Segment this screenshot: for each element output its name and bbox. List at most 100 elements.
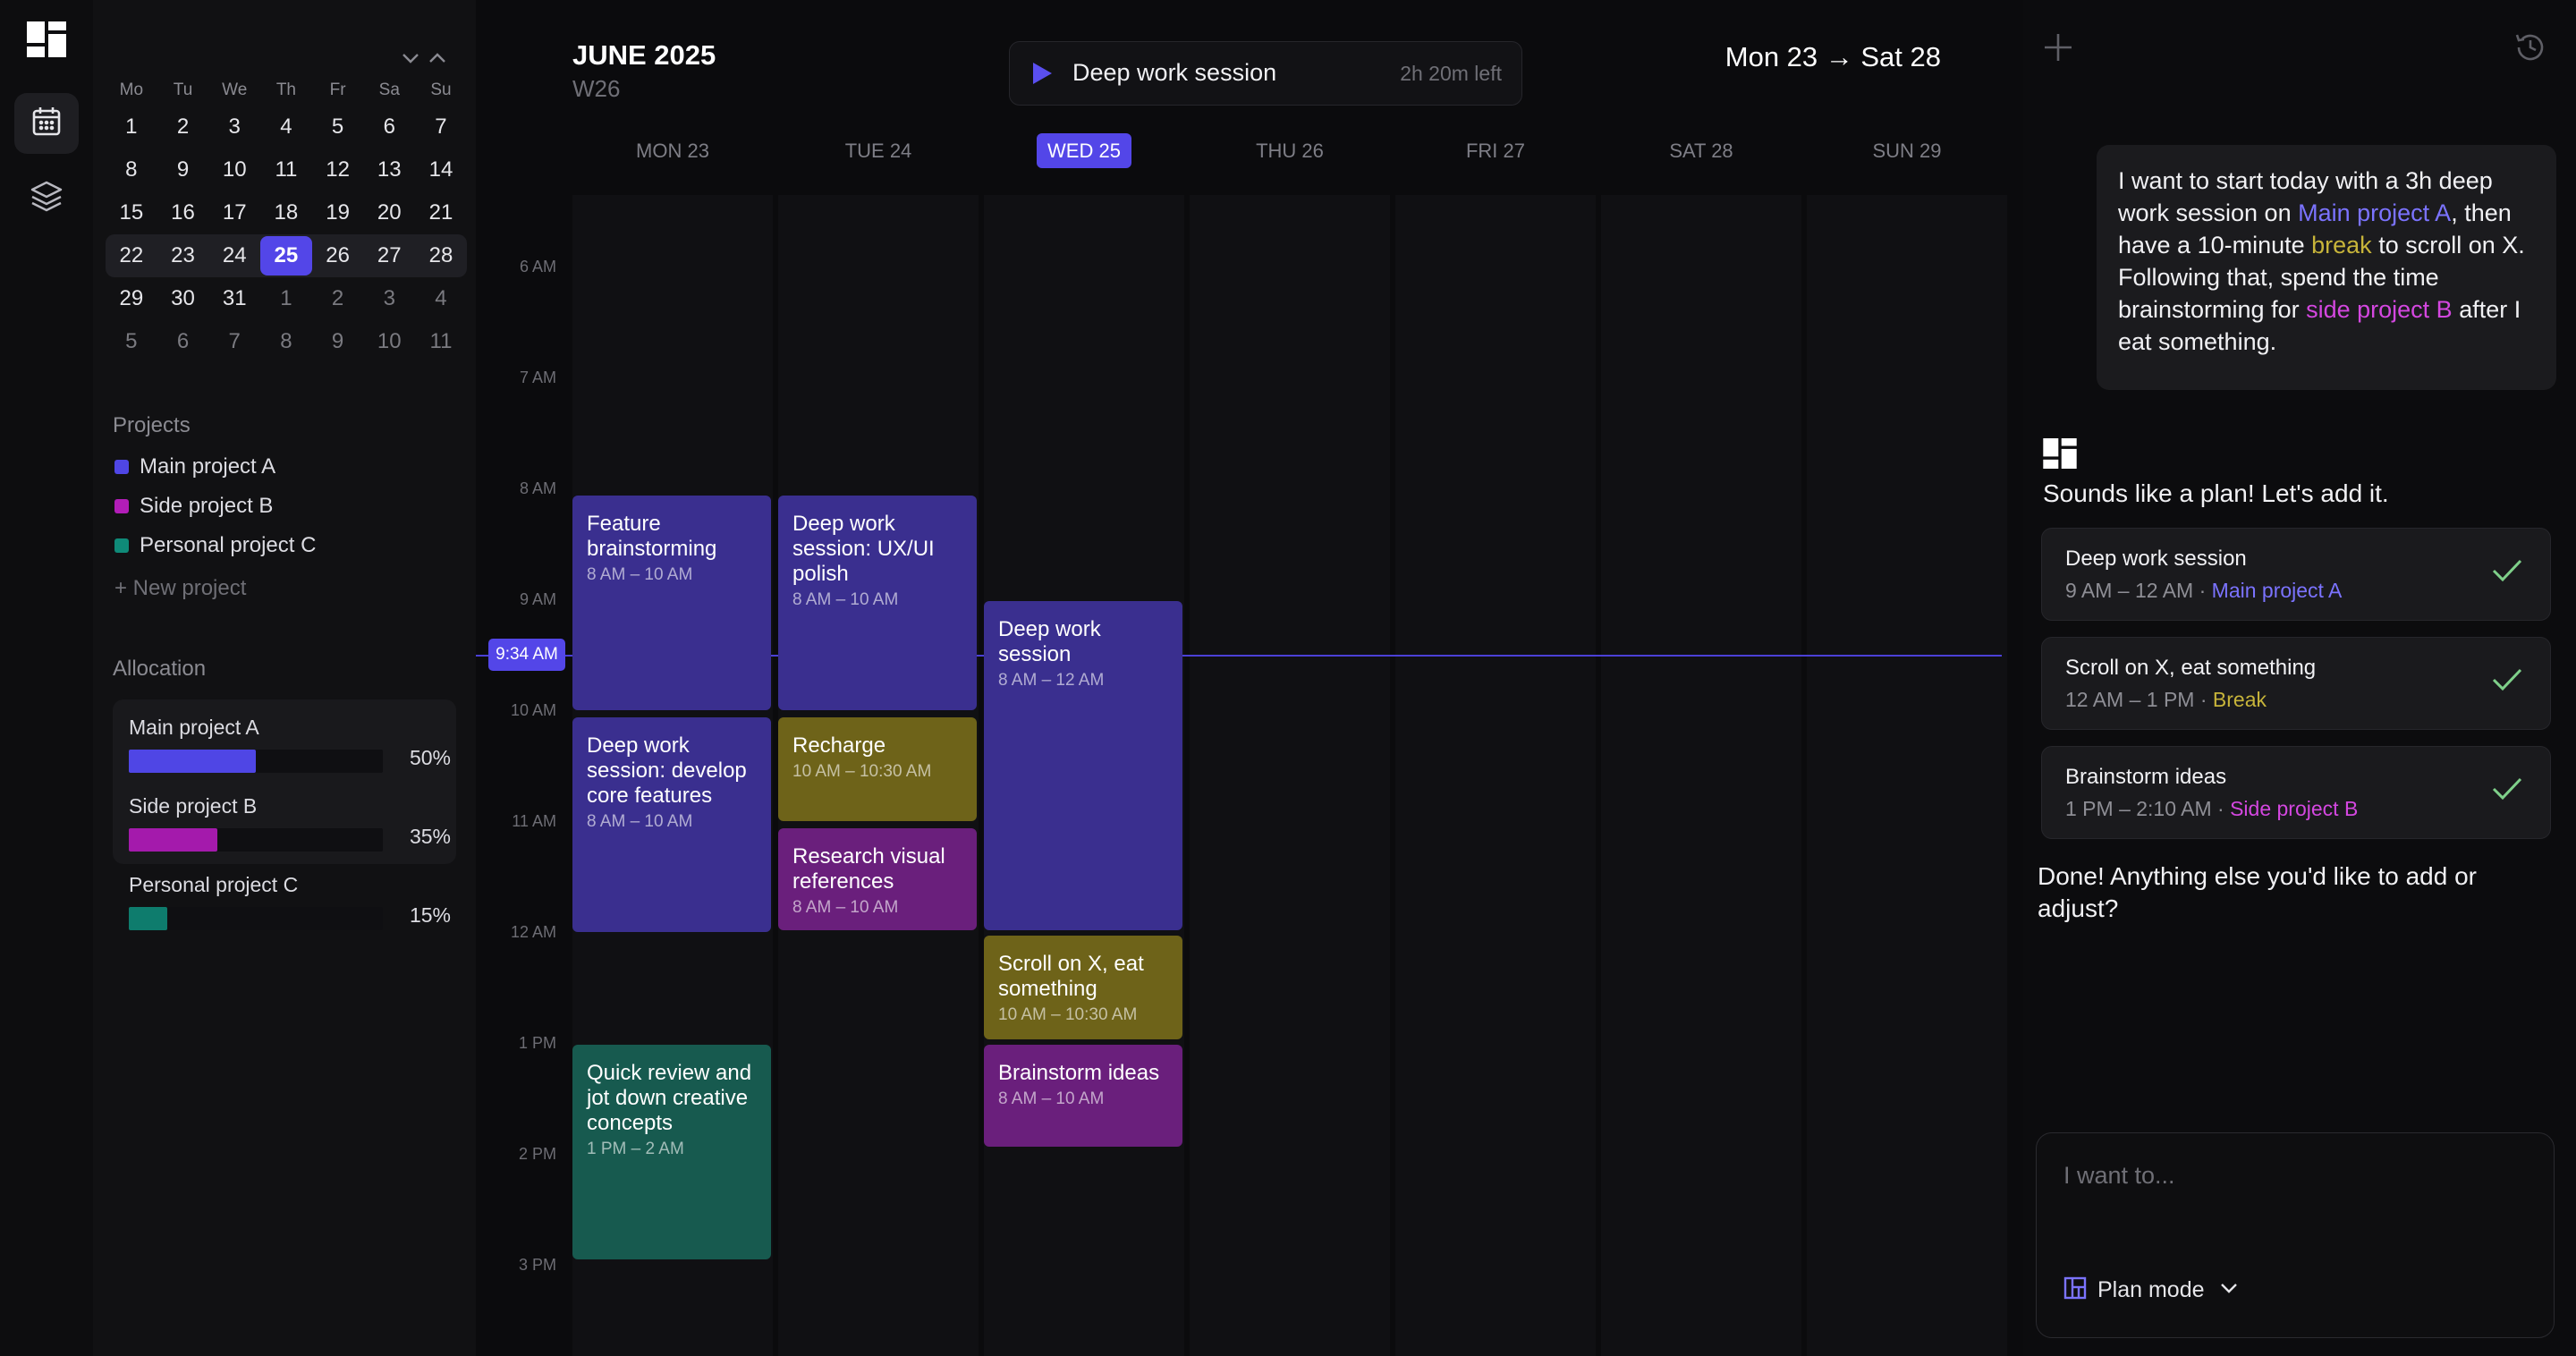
mini-calendar-day[interactable]: 3: [208, 107, 260, 147]
mini-calendar-week: 29 30 31 1 2 3 4: [106, 277, 467, 320]
mini-calendar-day[interactable]: 3: [363, 279, 415, 318]
calendar-event[interactable]: Deep work session 8 AM – 12 AM: [984, 601, 1182, 930]
mini-calendar-day[interactable]: 9: [312, 322, 364, 361]
allocation-percent: 15%: [409, 903, 451, 927]
chat-input-placeholder[interactable]: I want to...: [2063, 1162, 2175, 1190]
allocation-bar-fill: [129, 828, 218, 852]
mini-calendar-day[interactable]: 23: [157, 236, 209, 275]
mini-calendar-day[interactable]: 6: [157, 322, 209, 361]
app-rail: [0, 0, 93, 1356]
add-icon[interactable]: [2043, 32, 2073, 67]
day-header[interactable]: WED 25: [984, 133, 1184, 168]
calendar-event[interactable]: Deep work session: develop core features…: [572, 717, 771, 932]
project-item-main-a[interactable]: Main project A: [114, 454, 275, 479]
weekday-label: Su: [430, 81, 452, 99]
day-header[interactable]: TUE 24: [778, 140, 979, 163]
mini-calendar-day[interactable]: 28: [415, 236, 467, 275]
project-item-side-b[interactable]: Side project B: [114, 494, 273, 519]
day-header[interactable]: SAT 28: [1601, 140, 1801, 163]
mini-calendar-day[interactable]: 10: [363, 322, 415, 361]
mini-calendar-day[interactable]: 14: [415, 150, 467, 190]
day-header[interactable]: MON 23: [572, 140, 773, 163]
day-header[interactable]: THU 26: [1190, 140, 1390, 163]
calendar-event[interactable]: Recharge 10 AM – 10:30 AM: [778, 717, 977, 821]
mini-calendar-day[interactable]: 4: [415, 279, 467, 318]
check-icon[interactable]: [2491, 557, 2523, 589]
weekday-label: We: [222, 81, 248, 99]
mini-calendar-day[interactable]: 22: [106, 236, 157, 275]
prev-month-chevron-icon[interactable]: [401, 52, 420, 69]
mini-calendar-days: 1 2 3 4 5 6 7 8 9 10 11 12 13 14 15 16 17 18 19 20 21 22 23 24 2…: [106, 106, 467, 363]
mini-calendar-day[interactable]: 29: [106, 279, 157, 318]
task-card[interactable]: Deep work session 9 AM – 12 AM · Main pr…: [2041, 528, 2551, 621]
day-column[interactable]: [1395, 195, 1596, 1356]
task-card[interactable]: Scroll on X, eat something 12 AM – 1 PM …: [2041, 637, 2551, 730]
mini-calendar-day[interactable]: 7: [415, 107, 467, 147]
play-icon[interactable]: [1031, 62, 1053, 89]
day-column[interactable]: [1601, 195, 1801, 1356]
event-time: 10 AM – 10:30 AM: [998, 1005, 1138, 1024]
check-icon[interactable]: [2491, 666, 2523, 698]
layers-nav-button[interactable]: [14, 168, 79, 229]
mini-calendar-day[interactable]: 5: [312, 107, 364, 147]
calendar-event[interactable]: Brainstorm ideas 8 AM – 10 AM: [984, 1045, 1182, 1147]
mini-calendar-day[interactable]: 20: [363, 193, 415, 233]
mini-calendar-day[interactable]: 6: [363, 107, 415, 147]
event-title: Deep work session: [998, 617, 1101, 666]
plan-mode-dropdown[interactable]: Plan mode: [2063, 1276, 2239, 1304]
mini-calendar-day[interactable]: 8: [106, 150, 157, 190]
day-header[interactable]: SUN 29: [1807, 140, 2007, 163]
mini-calendar-day[interactable]: 9: [157, 150, 209, 190]
mini-calendar-day[interactable]: 8: [260, 322, 312, 361]
mini-calendar-day[interactable]: 15: [106, 193, 157, 233]
mini-calendar-day[interactable]: 5: [106, 322, 157, 361]
mini-calendar-day[interactable]: 31: [208, 279, 260, 318]
mini-calendar-day[interactable]: 19: [312, 193, 364, 233]
new-project-button[interactable]: + New project: [114, 576, 246, 601]
mini-calendar-day[interactable]: 16: [157, 193, 209, 233]
mini-calendar-day[interactable]: 4: [260, 107, 312, 147]
weekday-label: Th: [275, 81, 296, 99]
check-icon[interactable]: [2491, 775, 2523, 807]
project-item-personal-c[interactable]: Personal project C: [114, 533, 316, 558]
day-header-label: TUE 24: [844, 140, 912, 162]
day-header[interactable]: FRI 27: [1395, 140, 1596, 163]
day-header-label: THU 26: [1256, 140, 1324, 162]
mini-calendar-day[interactable]: 27: [363, 236, 415, 275]
mini-calendar-day[interactable]: 2: [157, 107, 209, 147]
next-month-chevron-icon[interactable]: [428, 52, 447, 69]
mini-calendar-day[interactable]: 7: [208, 322, 260, 361]
day-column[interactable]: [1190, 195, 1390, 1356]
calendar-event[interactable]: Scroll on X, eat something 10 AM – 10:30 …: [984, 936, 1182, 1039]
mini-calendar-day[interactable]: 25: [260, 236, 312, 275]
mini-calendar-day[interactable]: 11: [415, 322, 467, 361]
mini-calendar-day[interactable]: 10: [208, 150, 260, 190]
history-icon[interactable]: [2513, 30, 2547, 69]
day-column[interactable]: [1807, 195, 2007, 1356]
mini-calendar-day[interactable]: 17: [208, 193, 260, 233]
task-project: Main project A: [2211, 579, 2343, 602]
event-title: Deep work session: develop core features: [587, 733, 747, 808]
mini-calendar-day[interactable]: 11: [260, 150, 312, 190]
mini-calendar-day[interactable]: 24: [208, 236, 260, 275]
mini-calendar-day[interactable]: 1: [106, 107, 157, 147]
calendar-nav-button[interactable]: [14, 93, 79, 154]
calendar-event[interactable]: Deep work session: UX/UI polish 8 AM – 10…: [778, 496, 977, 710]
calendar-event[interactable]: Research visual references 8 AM – 10 AM: [778, 828, 977, 930]
mini-calendar-day[interactable]: 1: [260, 279, 312, 318]
mini-calendar-day[interactable]: 2: [312, 279, 364, 318]
project-label: Personal project C: [140, 533, 317, 557]
mini-calendar-day[interactable]: 13: [363, 150, 415, 190]
mini-calendar-day[interactable]: 26: [312, 236, 364, 275]
mini-calendar-weekdays: Mo Tu We Th Fr Sa Su: [106, 81, 467, 100]
task-card[interactable]: Brainstorm ideas 1 PM – 2:10 AM · Side p…: [2041, 746, 2551, 839]
mini-calendar-day[interactable]: 12: [312, 150, 364, 190]
active-session-pill[interactable]: Deep work session 2h 20m left: [1009, 41, 1522, 106]
mini-calendar-day[interactable]: 21: [415, 193, 467, 233]
calendar-event[interactable]: Quick review and jot down creative conce…: [572, 1045, 771, 1259]
sidebar: Mo Tu We Th Fr Sa Su 1 2 3 4 5 6 7 8 9 10 11 12 13 14…: [93, 0, 476, 1356]
chat-input-box[interactable]: I want to... Plan mode: [2036, 1132, 2555, 1338]
calendar-event[interactable]: Feature brainstorming 8 AM – 10 AM: [572, 496, 771, 710]
mini-calendar-day[interactable]: 30: [157, 279, 209, 318]
mini-calendar-day[interactable]: 18: [260, 193, 312, 233]
